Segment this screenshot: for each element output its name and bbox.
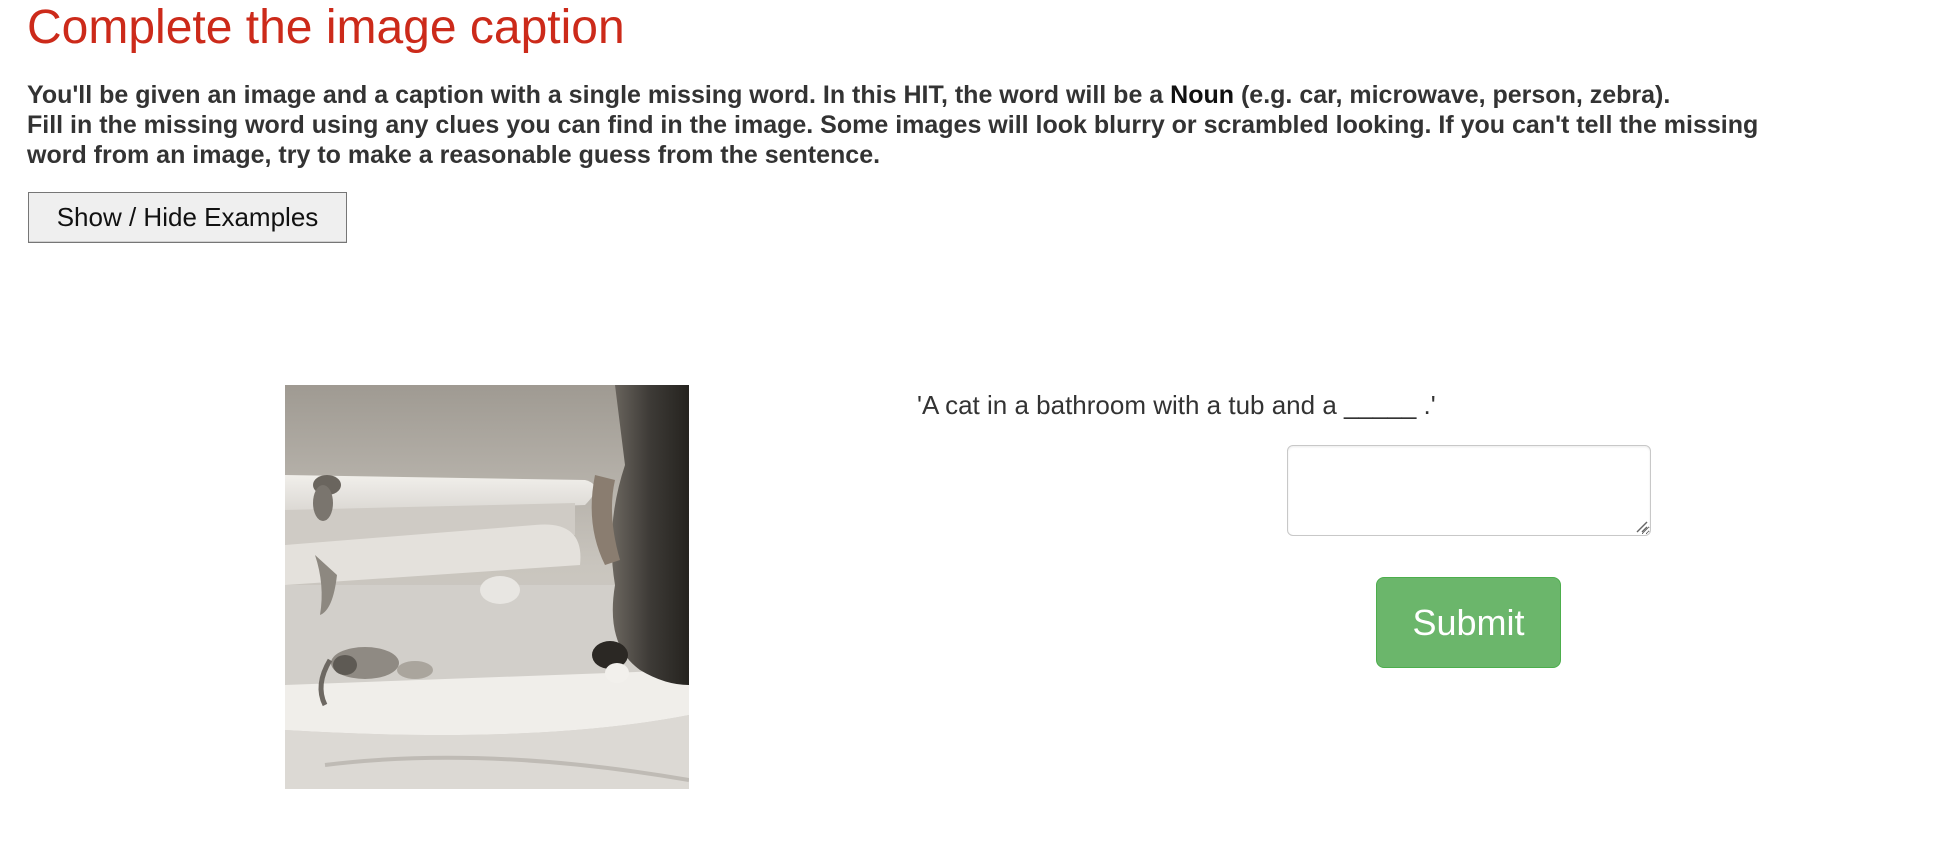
submit-button[interactable]: Submit: [1376, 577, 1561, 668]
caption-sentence: 'A cat in a bathroom with a tub and a __…: [917, 390, 1436, 420]
instructions-noun-emphasis: Noun: [1170, 81, 1235, 109]
task-image: [285, 385, 689, 789]
page-title: Complete the image caption: [27, 1, 625, 54]
instructions-line-1-prefix: You'll be given an image and a caption w…: [27, 81, 1171, 109]
show-hide-examples-button[interactable]: Show / Hide Examples: [28, 192, 347, 243]
instructions-line-1: You'll be given an image and a caption w…: [27, 80, 1927, 110]
instructions: You'll be given an image and a caption w…: [27, 80, 1927, 170]
instructions-line-1-suffix: (e.g. car, microwave, person, zebra).: [1234, 81, 1671, 109]
task-image-drawing: [285, 385, 689, 789]
instructions-line-3: word from an image, try to make a reason…: [27, 141, 881, 169]
answer-input[interactable]: [1287, 445, 1651, 536]
instructions-line-2: Fill in the missing word using any clues…: [27, 111, 1759, 139]
